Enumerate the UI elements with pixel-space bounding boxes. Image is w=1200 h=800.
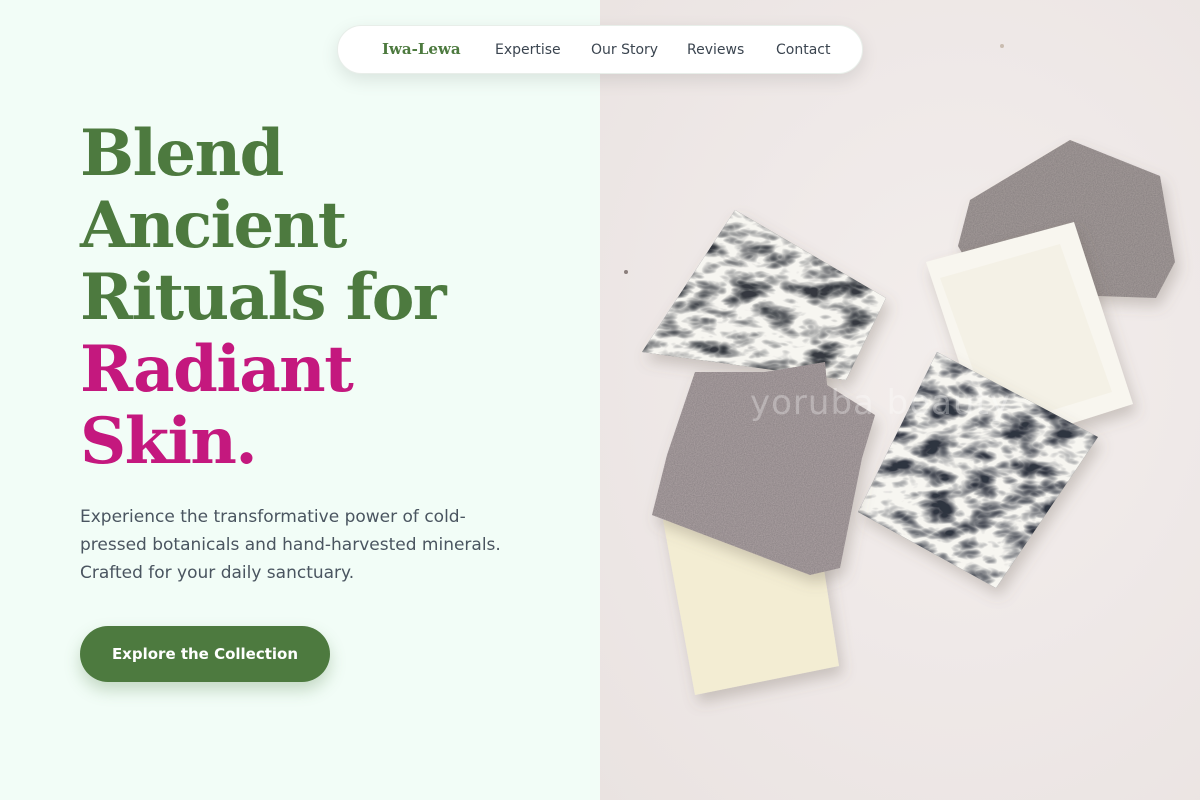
headline-line-3: Rituals for xyxy=(80,260,447,335)
nav-link-expertise[interactable]: Expertise xyxy=(495,42,561,58)
headline-line-2: Ancient xyxy=(80,188,347,263)
nav-link-contact[interactable]: Contact xyxy=(776,42,830,58)
nav-link-reviews[interactable]: Reviews xyxy=(687,42,744,58)
hero-description-line-2: pressed botanicals and hand-harvested mi… xyxy=(80,535,501,555)
headline-line-5: Skin. xyxy=(80,404,258,479)
headline-line-4: Radiant xyxy=(80,332,354,407)
speck xyxy=(1000,44,1004,48)
brand-logo[interactable]: Iwa-Lewa xyxy=(382,40,461,58)
hero-headline: Blend Ancient Rituals for Radiant Skin. xyxy=(80,116,447,479)
charcoal-soap-bar-top xyxy=(642,210,886,380)
hero-description-line-3: Crafted for your daily sanctuary. xyxy=(80,563,355,583)
hero-description-line-1: Experience the transformative power of c… xyxy=(80,507,466,527)
hero-description: Experience the transformative power of c… xyxy=(80,503,520,587)
top-navigation: Iwa-Lewa Expertise Our Story Reviews Con… xyxy=(337,25,863,74)
nav-link-our-story[interactable]: Our Story xyxy=(591,42,658,58)
soap-bars-photo xyxy=(624,44,1175,695)
hero-image-panel: yoruba beauty xyxy=(600,0,1200,800)
hero-left-panel: Blend Ancient Rituals for Radiant Skin. … xyxy=(0,0,600,800)
headline-line-1: Blend xyxy=(80,116,284,191)
speck xyxy=(624,270,628,274)
explore-collection-button[interactable]: Explore the Collection xyxy=(80,626,330,682)
